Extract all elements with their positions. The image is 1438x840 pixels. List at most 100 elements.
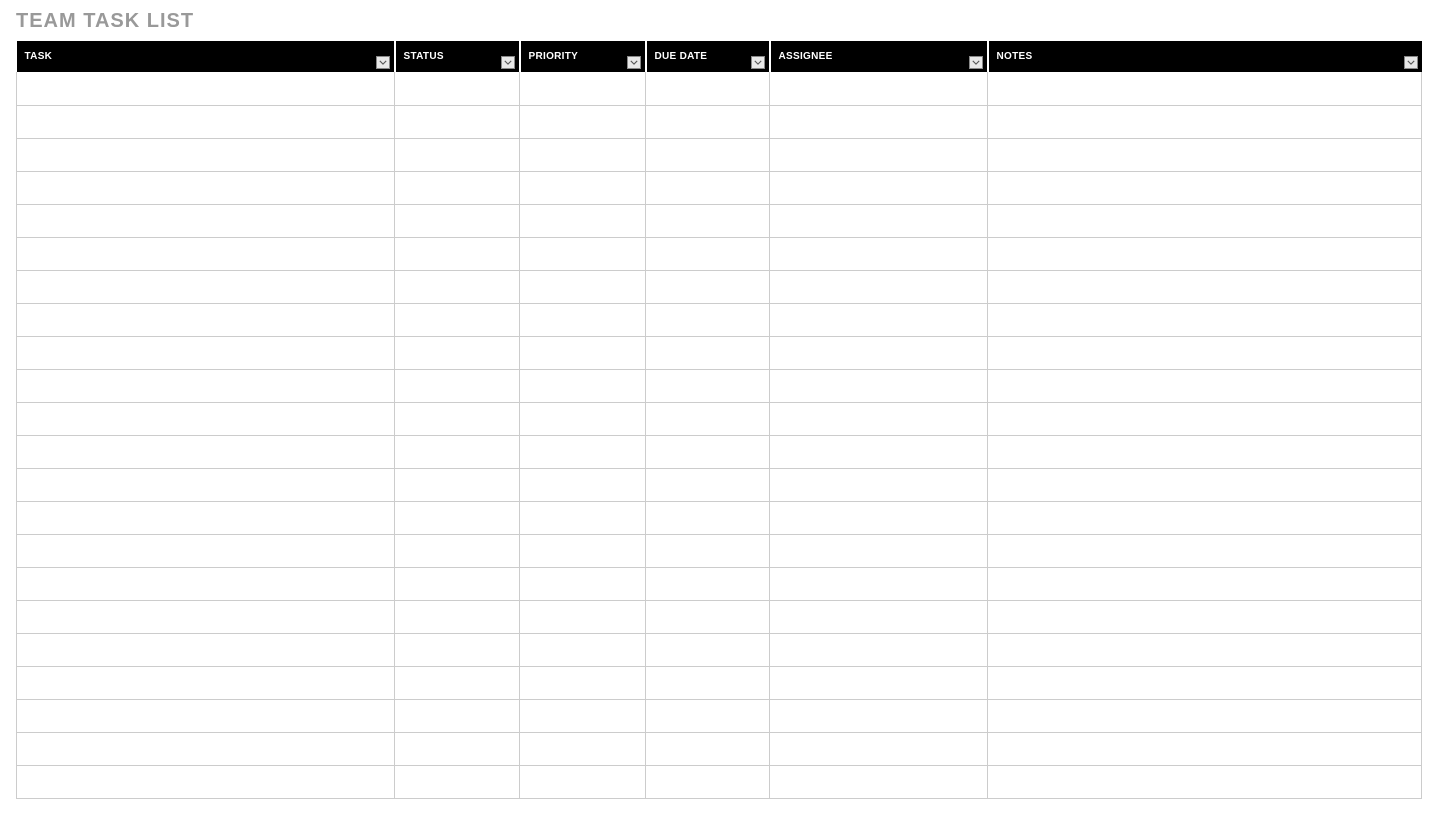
cell-priority[interactable] [520,204,646,237]
cell-due_date[interactable] [646,204,770,237]
cell-assignee[interactable] [770,633,988,666]
cell-assignee[interactable] [770,765,988,798]
cell-task[interactable] [17,138,395,171]
cell-priority[interactable] [520,237,646,270]
cell-task[interactable] [17,732,395,765]
cell-notes[interactable] [988,171,1422,204]
cell-status[interactable] [395,633,520,666]
cell-due_date[interactable] [646,633,770,666]
cell-due_date[interactable] [646,72,770,105]
cell-notes[interactable] [988,303,1422,336]
cell-priority[interactable] [520,402,646,435]
cell-task[interactable] [17,666,395,699]
cell-status[interactable] [395,237,520,270]
cell-status[interactable] [395,105,520,138]
cell-due_date[interactable] [646,699,770,732]
cell-due_date[interactable] [646,402,770,435]
filter-button-status[interactable] [501,56,515,69]
cell-status[interactable] [395,435,520,468]
cell-due_date[interactable] [646,237,770,270]
cell-status[interactable] [395,534,520,567]
cell-assignee[interactable] [770,600,988,633]
cell-notes[interactable] [988,534,1422,567]
cell-due_date[interactable] [646,534,770,567]
cell-assignee[interactable] [770,237,988,270]
cell-priority[interactable] [520,633,646,666]
cell-notes[interactable] [988,567,1422,600]
cell-due_date[interactable] [646,468,770,501]
cell-assignee[interactable] [770,501,988,534]
cell-due_date[interactable] [646,732,770,765]
cell-assignee[interactable] [770,534,988,567]
cell-priority[interactable] [520,732,646,765]
cell-status[interactable] [395,72,520,105]
cell-due_date[interactable] [646,270,770,303]
cell-status[interactable] [395,336,520,369]
filter-button-due-date[interactable] [751,56,765,69]
cell-notes[interactable] [988,237,1422,270]
cell-priority[interactable] [520,534,646,567]
cell-status[interactable] [395,600,520,633]
cell-task[interactable] [17,270,395,303]
cell-due_date[interactable] [646,435,770,468]
cell-notes[interactable] [988,633,1422,666]
cell-priority[interactable] [520,138,646,171]
cell-priority[interactable] [520,501,646,534]
cell-status[interactable] [395,732,520,765]
cell-assignee[interactable] [770,105,988,138]
cell-task[interactable] [17,435,395,468]
cell-assignee[interactable] [770,666,988,699]
cell-task[interactable] [17,303,395,336]
cell-task[interactable] [17,204,395,237]
cell-assignee[interactable] [770,369,988,402]
filter-button-notes[interactable] [1404,56,1418,69]
cell-assignee[interactable] [770,699,988,732]
cell-notes[interactable] [988,402,1422,435]
cell-assignee[interactable] [770,435,988,468]
cell-notes[interactable] [988,138,1422,171]
cell-task[interactable] [17,171,395,204]
cell-assignee[interactable] [770,336,988,369]
cell-priority[interactable] [520,105,646,138]
cell-priority[interactable] [520,567,646,600]
cell-assignee[interactable] [770,204,988,237]
cell-notes[interactable] [988,699,1422,732]
filter-button-priority[interactable] [627,56,641,69]
cell-status[interactable] [395,171,520,204]
cell-due_date[interactable] [646,765,770,798]
cell-priority[interactable] [520,171,646,204]
cell-status[interactable] [395,699,520,732]
filter-button-assignee[interactable] [969,56,983,69]
cell-due_date[interactable] [646,303,770,336]
cell-priority[interactable] [520,699,646,732]
cell-due_date[interactable] [646,501,770,534]
cell-task[interactable] [17,105,395,138]
cell-task[interactable] [17,402,395,435]
cell-task[interactable] [17,765,395,798]
cell-assignee[interactable] [770,303,988,336]
cell-due_date[interactable] [646,666,770,699]
cell-priority[interactable] [520,435,646,468]
cell-task[interactable] [17,600,395,633]
cell-due_date[interactable] [646,336,770,369]
cell-status[interactable] [395,666,520,699]
cell-status[interactable] [395,765,520,798]
cell-notes[interactable] [988,600,1422,633]
cell-notes[interactable] [988,666,1422,699]
cell-due_date[interactable] [646,369,770,402]
cell-priority[interactable] [520,600,646,633]
cell-notes[interactable] [988,732,1422,765]
cell-status[interactable] [395,138,520,171]
cell-notes[interactable] [988,336,1422,369]
cell-due_date[interactable] [646,138,770,171]
cell-task[interactable] [17,237,395,270]
cell-status[interactable] [395,204,520,237]
cell-priority[interactable] [520,369,646,402]
cell-status[interactable] [395,567,520,600]
cell-status[interactable] [395,501,520,534]
cell-assignee[interactable] [770,468,988,501]
cell-status[interactable] [395,402,520,435]
cell-assignee[interactable] [770,567,988,600]
cell-notes[interactable] [988,765,1422,798]
filter-button-task[interactable] [376,56,390,69]
